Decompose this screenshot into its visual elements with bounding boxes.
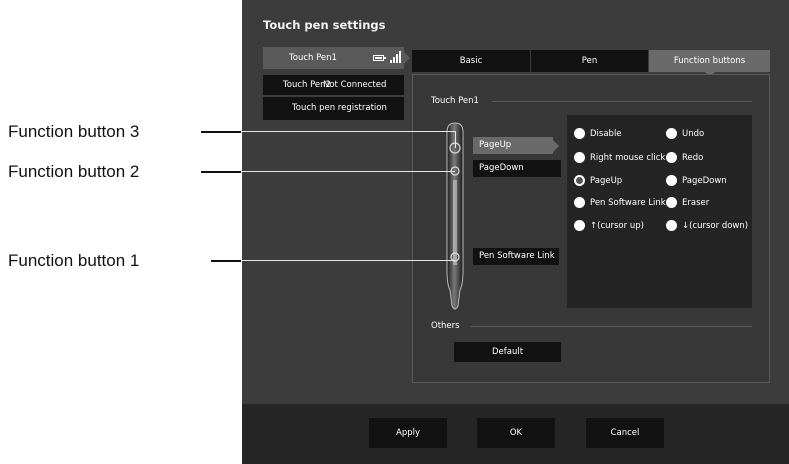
- touch-pen-registration-button[interactable]: Touch pen registration: [263, 97, 404, 120]
- radio-icon: [666, 220, 677, 231]
- callout-line-3-outer: [201, 131, 241, 133]
- radio-icon: [574, 220, 585, 231]
- function-button-3-assignment[interactable]: PageUp: [473, 137, 553, 154]
- function-button-2-assignment[interactable]: PageDown: [473, 160, 561, 177]
- apply-button[interactable]: Apply: [369, 418, 447, 448]
- others-section-divider: [470, 326, 752, 327]
- callout-line-2-inner: [241, 171, 455, 172]
- radio-selected-icon: [574, 175, 585, 186]
- others-section-label: Others: [431, 321, 460, 331]
- callout-line-1-inner: [241, 260, 455, 261]
- pen1-label: Touch Pen1: [289, 53, 337, 63]
- callout-line-3-inner: [241, 131, 455, 132]
- callout-function-button-3: Function button 3: [8, 122, 140, 141]
- radio-icon: [574, 128, 585, 139]
- radio-icon: [574, 197, 585, 208]
- callout-function-button-1: Function button 1: [8, 251, 140, 270]
- window-title: Touch pen settings: [263, 18, 386, 32]
- cancel-button[interactable]: Cancel: [586, 418, 664, 448]
- pen-list-item-touch-pen2[interactable]: Touch Pen2 Not Connected: [263, 75, 404, 95]
- pen2-status: Not Connected: [323, 80, 387, 90]
- function-options-panel: Disable Undo Right mouse click Redo Page…: [567, 115, 752, 308]
- callout-line-3-drop: [455, 131, 456, 148]
- tab-function-buttons[interactable]: Function buttons: [649, 50, 770, 72]
- callout-line-1-outer: [211, 260, 241, 262]
- radio-icon: [666, 128, 677, 139]
- tab-pen[interactable]: Pen: [531, 50, 648, 72]
- pen-section-divider: [492, 101, 752, 102]
- callout-line-2-outer: [201, 171, 241, 173]
- touch-pen-illustration: [446, 122, 464, 310]
- function-button-3-arrow: [553, 140, 559, 152]
- callout-function-button-2: Function button 2: [8, 162, 140, 181]
- radio-icon: [666, 175, 677, 186]
- signal-strength-icon: [390, 51, 402, 63]
- dialog-footer: Apply OK Cancel: [242, 404, 789, 464]
- radio-icon: [666, 152, 677, 163]
- default-button[interactable]: Default: [454, 342, 561, 362]
- touch-pen-settings-window: Touch pen settings Touch Pen1 Touch Pen2…: [242, 0, 789, 464]
- selected-pen-arrow: [404, 52, 410, 64]
- ok-button[interactable]: OK: [477, 418, 555, 448]
- pen-list-item-touch-pen1[interactable]: Touch Pen1: [263, 47, 404, 69]
- radio-icon: [574, 152, 585, 163]
- tab-basic[interactable]: Basic: [412, 50, 530, 72]
- radio-icon: [666, 197, 677, 208]
- function-button-1-assignment[interactable]: Pen Software Link: [473, 248, 559, 265]
- pen-section-label: Touch Pen1: [431, 96, 479, 106]
- battery-icon: [373, 55, 386, 61]
